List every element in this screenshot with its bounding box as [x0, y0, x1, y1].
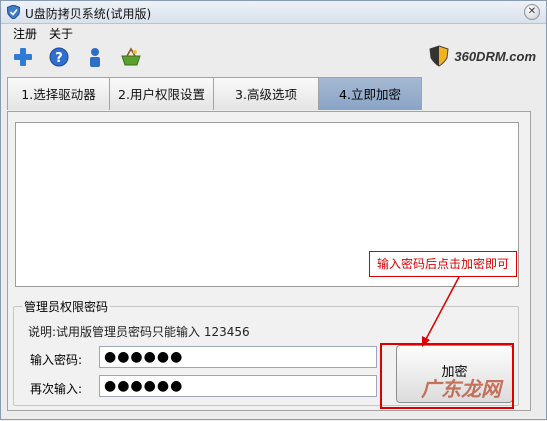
- watermark-text: 广东龙网: [421, 377, 501, 401]
- password-label: 输入密码:: [30, 353, 83, 367]
- brand-logo: 360DRM.com: [428, 45, 536, 67]
- group-legend: 管理员权限密码: [22, 298, 111, 315]
- tab-user-permissions[interactable]: 2.用户权限设置: [109, 77, 214, 110]
- confirm-password-input[interactable]: ●●●●●●: [99, 375, 377, 397]
- menu-register[interactable]: 注册: [13, 25, 37, 42]
- tab-encrypt-now[interactable]: 4.立即加密: [318, 77, 422, 110]
- tab-advanced-options[interactable]: 3.高级选项: [213, 77, 319, 110]
- brand-text: 360DRM.com: [454, 48, 536, 64]
- add-icon[interactable]: [11, 45, 35, 69]
- shield-icon: [7, 5, 20, 19]
- trial-note: 说明:试用版管理员密码只能输入 123456: [28, 325, 250, 339]
- window-title: U盘防拷贝系统(试用版): [25, 7, 152, 21]
- brand-shield-icon: [429, 45, 449, 67]
- basket-icon[interactable]: [119, 45, 143, 69]
- close-icon: ✕: [527, 6, 537, 17]
- close-button[interactable]: ✕: [524, 4, 540, 20]
- confirm-password-label: 再次输入:: [30, 382, 83, 396]
- menu-bar: 注册 关于: [1, 23, 546, 41]
- tab-select-drive[interactable]: 1.选择驱动器: [7, 77, 110, 110]
- user-icon[interactable]: [83, 45, 107, 69]
- svg-text:?: ?: [55, 51, 63, 66]
- title-bar[interactable]: U盘防拷贝系统(试用版) ✕: [1, 1, 546, 24]
- menu-about[interactable]: 关于: [49, 25, 73, 42]
- annotation-callout: 输入密码后点击加密即可: [369, 251, 517, 277]
- password-input[interactable]: ●●●●●●: [99, 346, 377, 368]
- app-window: U盘防拷贝系统(试用版) ✕ 注册 关于 ? 360DRM.com 1.选择驱动…: [0, 0, 547, 420]
- help-icon[interactable]: ?: [47, 45, 71, 69]
